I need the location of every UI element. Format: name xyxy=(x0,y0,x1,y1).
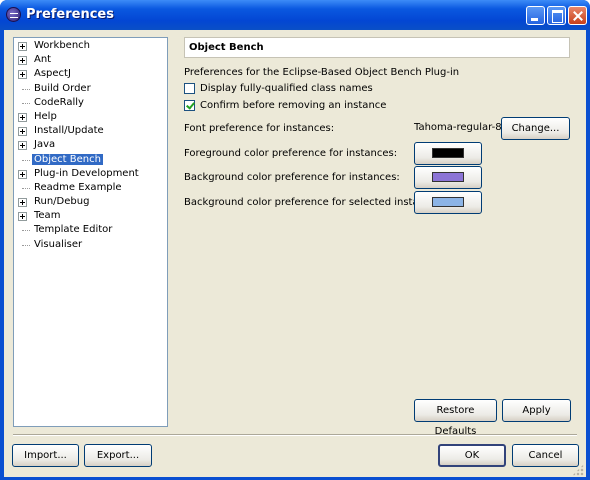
checkbox-label: Confirm before removing an instance xyxy=(200,100,387,111)
tree-item-label: Object Bench xyxy=(32,153,103,165)
background-color-label: Background color preference for instance… xyxy=(184,172,400,183)
tree-item-label: Plug-in Development xyxy=(34,167,139,179)
selected-background-color-button[interactable] xyxy=(414,191,482,214)
expand-plus-icon[interactable] xyxy=(18,127,27,137)
expand-plus-icon[interactable] xyxy=(18,42,27,51)
cancel-button[interactable]: Cancel xyxy=(512,444,579,467)
font-preference-value: Tahoma-regular-8 xyxy=(414,122,502,133)
tree-item-label: Template Editor xyxy=(34,224,113,236)
page-description: Preferences for the Eclipse-Based Object… xyxy=(184,67,460,78)
background-color-button[interactable] xyxy=(414,166,482,189)
minimize-icon[interactable] xyxy=(526,6,545,25)
tree-connector-line xyxy=(22,102,30,104)
apply-button[interactable]: Apply xyxy=(502,399,571,422)
tree-item-label: Help xyxy=(34,110,57,122)
color-swatch xyxy=(432,197,464,207)
window-title: Preferences xyxy=(26,7,114,22)
tree-item-label: Workbench xyxy=(34,40,90,51)
tree-item-coderally[interactable]: CodeRally xyxy=(14,96,167,110)
tree-connector-line xyxy=(22,88,30,90)
tree-connector-line xyxy=(22,230,30,232)
expand-plus-icon[interactable] xyxy=(18,112,27,122)
tree-item-workbench[interactable]: Workbench xyxy=(14,39,167,53)
font-preference-label: Font preference for instances: xyxy=(184,123,335,134)
tree-item-java[interactable]: Java xyxy=(14,138,167,152)
tree-item-template-editor[interactable]: Template Editor xyxy=(14,223,167,237)
export-button[interactable]: Export... xyxy=(84,444,152,467)
checkbox-box[interactable] xyxy=(184,83,195,94)
checkbox-label: Display fully-qualified class names xyxy=(200,83,373,94)
close-icon[interactable] xyxy=(568,6,587,25)
tree-item-team[interactable]: Team xyxy=(14,209,167,223)
title-bar[interactable]: Preferences xyxy=(0,0,590,30)
tree-item-install-update[interactable]: Install/Update xyxy=(14,124,167,138)
preference-tree[interactable]: Workbench Ant AspectJ Build Order CodeRa… xyxy=(13,37,168,427)
tree-item-run-debug[interactable]: Run/Debug xyxy=(14,195,167,209)
tree-item-label: Team xyxy=(34,210,61,222)
separator xyxy=(13,434,577,436)
color-swatch xyxy=(432,172,464,182)
tree-item-label: Build Order xyxy=(34,82,91,94)
tree-item-aspectj[interactable]: AspectJ xyxy=(14,67,167,81)
tree-item-label: Run/Debug xyxy=(34,196,90,208)
tree-item-plugin-development[interactable]: Plug-in Development xyxy=(14,167,167,181)
tree-connector-line xyxy=(22,244,30,246)
expand-plus-icon[interactable] xyxy=(18,56,27,66)
tree-item-build-order[interactable]: Build Order xyxy=(14,82,167,96)
maximize-icon[interactable] xyxy=(547,6,566,25)
tree-item-label: Ant xyxy=(34,54,52,66)
expand-plus-icon[interactable] xyxy=(18,198,27,208)
expand-plus-icon[interactable] xyxy=(18,212,27,222)
tree-item-label: Install/Update xyxy=(34,125,104,137)
ok-button[interactable]: OK xyxy=(438,444,506,467)
change-font-button[interactable]: Change... xyxy=(501,117,570,140)
tree-item-label: AspectJ xyxy=(34,68,71,80)
tree-item-label: Visualiser xyxy=(34,238,83,250)
tree-item-object-bench[interactable]: Object Bench xyxy=(14,153,167,167)
import-button[interactable]: Import... xyxy=(12,444,79,467)
page-title: Object Bench xyxy=(184,37,570,58)
tree-item-visualiser[interactable]: Visualiser xyxy=(14,238,167,252)
eclipse-app-icon xyxy=(6,7,21,22)
checkbox-box[interactable] xyxy=(184,100,195,111)
tree-item-label: Java xyxy=(34,139,56,151)
tree-connector-line xyxy=(22,187,30,189)
tree-item-ant[interactable]: Ant xyxy=(14,53,167,67)
restore-defaults-button[interactable]: Restore Defaults xyxy=(414,399,497,437)
expand-plus-icon[interactable] xyxy=(18,169,27,179)
tree-connector-line xyxy=(22,159,30,161)
tree-item-label: CodeRally xyxy=(34,96,84,108)
tree-item-help[interactable]: Help xyxy=(14,110,167,124)
preferences-window: Preferences Workbench Ant AspectJ Build … xyxy=(0,0,590,480)
dialog-client-area: Workbench Ant AspectJ Build Order CodeRa… xyxy=(4,30,586,477)
tree-item-label: Readme Example xyxy=(34,181,122,193)
foreground-color-label: Foreground color preference for instance… xyxy=(184,148,398,159)
color-swatch xyxy=(432,148,464,158)
tree-item-readme-example[interactable]: Readme Example xyxy=(14,181,167,195)
foreground-color-button[interactable] xyxy=(414,142,482,165)
selected-background-color-label: Background color preference for selected… xyxy=(184,197,446,208)
expand-plus-icon[interactable] xyxy=(18,141,27,151)
expand-plus-icon[interactable] xyxy=(18,70,27,80)
